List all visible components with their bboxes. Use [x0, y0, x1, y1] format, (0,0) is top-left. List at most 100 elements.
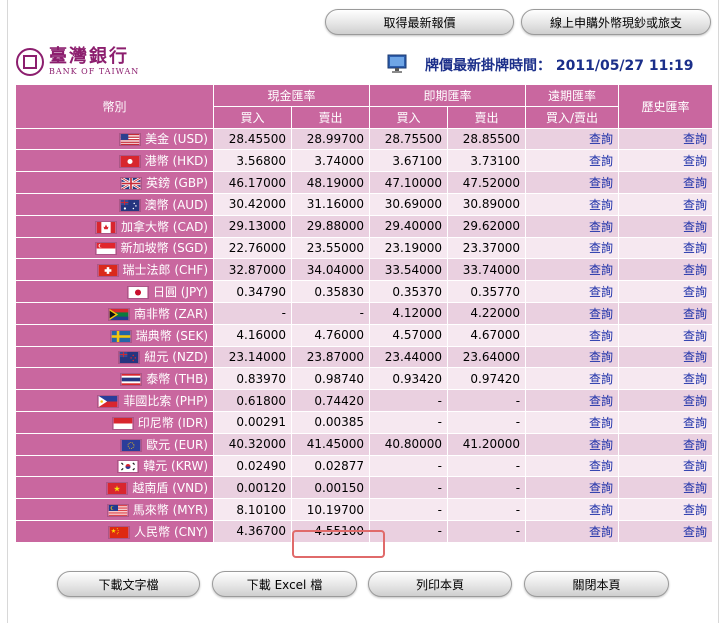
currency-cell: 越南盾 (VND): [15, 476, 214, 500]
history-rate-query-link[interactable]: 查詢: [683, 307, 707, 321]
spot-sell-cell: 47.52000: [447, 171, 527, 194]
highlight-box-cny-cash-sell: [292, 530, 385, 558]
forward-rate-query-link[interactable]: 查詢: [589, 459, 613, 473]
table-row: 歐元 (EUR) 40.32000 41.45000 40.80000 41.20000…: [15, 432, 714, 456]
forward-rate-query-link[interactable]: 查詢: [589, 481, 613, 495]
table-row: 港幣 (HKD) 3.56800 3.74000 3.67100 3.73100 查詢 查詢: [15, 149, 714, 173]
header-forward-rate: 遠期匯率: [525, 84, 620, 107]
spot-sell-cell: 0.97420: [447, 367, 527, 391]
flag-my-icon: [106, 504, 129, 518]
history-rate-query-link[interactable]: 查詢: [683, 503, 707, 517]
history-rate-query-link[interactable]: 查詢: [683, 394, 707, 408]
history-rate-query-link[interactable]: 查詢: [683, 350, 707, 364]
currency-name: 泰幣 (THB): [146, 372, 208, 387]
forward-rate-query-link[interactable]: 查詢: [589, 132, 613, 146]
history-rate-query-link[interactable]: 查詢: [683, 525, 707, 539]
forward-rate-query-link[interactable]: 查詢: [589, 525, 613, 539]
forward-rate-query-link[interactable]: 查詢: [589, 263, 613, 277]
cash-buy-cell: 40.32000: [213, 432, 292, 456]
forward-rate-query-link[interactable]: 查詢: [589, 198, 613, 212]
currency-cell: 澳幣 (AUD): [15, 192, 214, 216]
spot-sell-cell: -: [447, 410, 527, 434]
cash-buy-cell: 4.36700: [213, 519, 292, 543]
currency-name: 南非幣 (ZAR): [134, 306, 208, 321]
history-rate-query-link[interactable]: 查詢: [683, 220, 707, 234]
spot-sell-cell: -: [447, 519, 527, 543]
forward-rate-cell: 查詢: [525, 280, 620, 303]
download-text-button[interactable]: 下載文字檔: [57, 571, 200, 597]
forward-rate-query-link[interactable]: 查詢: [589, 503, 613, 517]
cash-sell-cell: 28.99700: [290, 127, 371, 151]
history-rate-query-link[interactable]: 查詢: [683, 459, 707, 473]
currency-name: 人民幣 (CNY): [134, 524, 208, 539]
history-rate-cell: 查詢: [618, 519, 714, 543]
forward-rate-cell: 查詢: [525, 389, 620, 412]
header-forward-buy-sell: 買入/賣出: [525, 105, 620, 129]
forward-rate-cell: 查詢: [525, 171, 620, 194]
currency-cell: 港幣 (HKD): [15, 149, 214, 173]
history-rate-cell: 查詢: [618, 323, 714, 347]
history-rate-query-link[interactable]: 查詢: [683, 416, 707, 430]
flag-za-icon: [108, 307, 131, 321]
print-page-button[interactable]: 列印本頁: [368, 571, 512, 597]
table-row: 菲國比索 (PHP) 0.61800 0.74420- - 查詢 查詢: [15, 389, 714, 412]
history-rate-query-link[interactable]: 查詢: [683, 263, 707, 277]
cash-sell-cell: 41.45000: [290, 432, 371, 456]
forward-rate-query-link[interactable]: 查詢: [589, 285, 613, 299]
currency-cell: 加拿大幣 (CAD): [15, 214, 214, 238]
close-page-button[interactable]: 關閉本頁: [524, 571, 669, 597]
cash-sell-cell: 4.76000: [290, 323, 371, 347]
currency-cell: 新加坡幣 (SGD): [15, 236, 214, 260]
spot-sell-cell: 4.67000: [447, 323, 527, 347]
currency-cell: 英鎊 (GBP): [15, 171, 214, 194]
online-apply-button[interactable]: 線上申購外幣現鈔或旅支: [521, 9, 711, 35]
forward-rate-cell: 查詢: [525, 127, 620, 151]
download-excel-button[interactable]: 下載 Excel 檔: [212, 571, 357, 597]
forward-rate-query-link[interactable]: 查詢: [589, 438, 613, 452]
forward-rate-query-link[interactable]: 查詢: [589, 220, 613, 234]
history-rate-query-link[interactable]: 查詢: [683, 241, 707, 255]
forward-rate-query-link[interactable]: 查詢: [589, 372, 613, 386]
forward-rate-query-link[interactable]: 查詢: [589, 350, 613, 364]
currency-name: 澳幣 (AUD): [144, 197, 208, 212]
spot-buy-cell: 4.57000: [369, 323, 449, 347]
forward-rate-query-link[interactable]: 查詢: [589, 329, 613, 343]
currency-cell: 美金 (USD): [15, 127, 214, 151]
spot-buy-cell: 0.35370: [369, 280, 449, 303]
history-rate-query-link[interactable]: 查詢: [683, 198, 707, 212]
cash-buy-cell: 0.61800: [213, 389, 292, 412]
flag-ca-icon: [94, 220, 117, 234]
latest-quote-button[interactable]: 取得最新報價: [325, 9, 514, 35]
forward-rate-query-link[interactable]: 查詢: [589, 154, 613, 168]
forward-rate-query-link[interactable]: 查詢: [589, 416, 613, 430]
history-rate-query-link[interactable]: 查詢: [683, 285, 707, 299]
history-rate-query-link[interactable]: 查詢: [683, 176, 707, 190]
table-row: 瑞士法郎 (CHF) 32.87000 34.04000 33.54000 33.740…: [15, 258, 714, 282]
forward-rate-cell: 查詢: [525, 236, 620, 260]
forward-rate-cell: 查詢: [525, 258, 620, 282]
history-rate-query-link[interactable]: 查詢: [683, 372, 707, 386]
forward-rate-query-link[interactable]: 查詢: [589, 394, 613, 408]
forward-rate-query-link[interactable]: 查詢: [589, 307, 613, 321]
flag-se-icon: [109, 329, 132, 343]
history-rate-query-link[interactable]: 查詢: [683, 481, 707, 495]
history-rate-query-link[interactable]: 查詢: [683, 329, 707, 343]
cash-sell-cell: 0.35830: [290, 280, 371, 303]
forward-rate-query-link[interactable]: 查詢: [589, 241, 613, 255]
currency-name: 日圓 (JPY): [152, 285, 208, 300]
history-rate-query-link[interactable]: 查詢: [683, 438, 707, 452]
cash-buy-cell: 32.87000: [213, 258, 292, 282]
forward-rate-cell: 查詢: [525, 519, 620, 543]
spot-sell-cell: -: [447, 476, 527, 500]
currency-name: 馬來幣 (MYR): [132, 503, 208, 518]
forward-rate-query-link[interactable]: 查詢: [589, 176, 613, 190]
table-row: 新加坡幣 (SGD) 22.76000 23.55000 23.19000 23.370…: [15, 236, 714, 260]
currency-cell: 瑞士法郎 (CHF): [15, 258, 214, 282]
currency-name: 歐元 (EUR): [146, 437, 208, 452]
history-rate-query-link[interactable]: 查詢: [683, 154, 707, 168]
cash-sell-cell: 34.04000: [290, 258, 371, 282]
cash-buy-cell: 0.02490: [213, 454, 292, 478]
currency-cell: 歐元 (EUR): [15, 432, 214, 456]
history-rate-cell: 查詢: [618, 236, 714, 260]
history-rate-query-link[interactable]: 查詢: [683, 132, 707, 146]
